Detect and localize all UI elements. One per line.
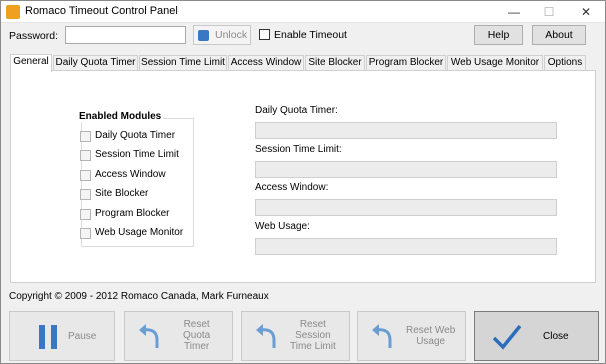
web-usage-label: Web Usage: <box>255 221 310 232</box>
reset-quota-timer-label: Reset Quota Timer <box>183 319 211 352</box>
module-checkbox <box>80 131 91 142</box>
reset-web-usage-button[interactable]: Reset Web Usage <box>357 311 466 361</box>
pause-label: Pause <box>68 331 97 342</box>
lock-icon <box>198 30 209 41</box>
pause-icon <box>39 325 57 349</box>
session-time-limit-field <box>255 161 557 178</box>
reset-session-time-limit-button[interactable]: Reset Session Time Limit <box>241 311 350 361</box>
main-window: Romaco Timeout Control Panel — ☐ ✕ Passw… <box>0 0 606 364</box>
undo-arrow-icon <box>372 324 392 348</box>
tab-daily-quota-timer[interactable]: Daily Quota Timer <box>53 55 138 71</box>
maximize-button[interactable]: ☐ <box>537 2 561 22</box>
daily-quota-timer-label: Daily Quota Timer: <box>255 105 338 116</box>
password-label: Password: <box>9 30 59 42</box>
copyright-text: Copyright © 2009 - 2012 Romaco Canada, M… <box>9 291 269 302</box>
minimize-button[interactable]: — <box>502 2 526 22</box>
password-input[interactable] <box>65 26 186 44</box>
tab-session-time-limit[interactable]: Session Time Limit <box>139 55 227 71</box>
tab-program-blocker[interactable]: Program Blocker <box>366 55 446 71</box>
module-checkbox <box>80 209 91 220</box>
module-label: Access Window <box>95 169 166 180</box>
undo-arrow-icon <box>139 324 159 348</box>
tab-options[interactable]: Options <box>544 55 586 71</box>
access-window-label: Access Window: <box>255 182 329 193</box>
module-label: Web Usage Monitor <box>95 227 184 238</box>
module-label: Program Blocker <box>95 208 170 219</box>
module-checkbox <box>80 189 91 200</box>
checkmark-icon <box>492 324 522 350</box>
module-checkbox <box>80 150 91 161</box>
tab-general[interactable]: General <box>10 54 52 72</box>
session-time-limit-label: Session Time Limit: <box>255 144 342 155</box>
access-window-field <box>255 199 557 216</box>
module-label: Session Time Limit <box>95 149 179 160</box>
tab-access-window[interactable]: Access Window <box>228 55 304 71</box>
module-checkbox <box>80 228 91 239</box>
about-button[interactable]: About <box>532 25 586 45</box>
unlock-button[interactable]: Unlock <box>193 25 251 45</box>
reset-session-time-limit-label: Reset Session Time Limit <box>290 319 336 352</box>
daily-quota-timer-field <box>255 122 557 139</box>
title-bar[interactable]: Romaco Timeout Control Panel — ☐ ✕ <box>1 1 605 23</box>
module-checkbox <box>80 170 91 181</box>
tab-web-usage-monitor[interactable]: Web Usage Monitor <box>447 55 543 71</box>
reset-quota-timer-button[interactable]: Reset Quota Timer <box>124 311 233 361</box>
undo-arrow-icon <box>256 324 276 348</box>
enabled-modules-title: Enabled Modules <box>77 111 164 122</box>
module-label: Daily Quota Timer <box>95 130 176 141</box>
general-panel: Enabled Modules Daily Quota Timer Sessio… <box>10 70 596 283</box>
enable-timeout-label: Enable Timeout <box>274 29 347 41</box>
watermark: WWW.9UPK.COM <box>166 174 253 188</box>
help-button[interactable]: Help <box>474 25 523 45</box>
close-button[interactable]: Close <box>474 311 599 361</box>
reset-web-usage-label: Reset Web Usage <box>406 325 456 347</box>
window-title: Romaco Timeout Control Panel <box>25 5 178 17</box>
tab-site-blocker[interactable]: Site Blocker <box>305 55 365 71</box>
enable-timeout-checkbox[interactable] <box>259 29 270 40</box>
pause-button[interactable]: Pause <box>9 311 115 361</box>
module-label: Site Blocker <box>95 188 149 199</box>
web-usage-field <box>255 238 557 255</box>
app-icon <box>6 5 20 19</box>
close-window-button[interactable]: ✕ <box>574 2 598 22</box>
close-label: Close <box>543 331 569 342</box>
unlock-label: Unlock <box>215 29 248 41</box>
